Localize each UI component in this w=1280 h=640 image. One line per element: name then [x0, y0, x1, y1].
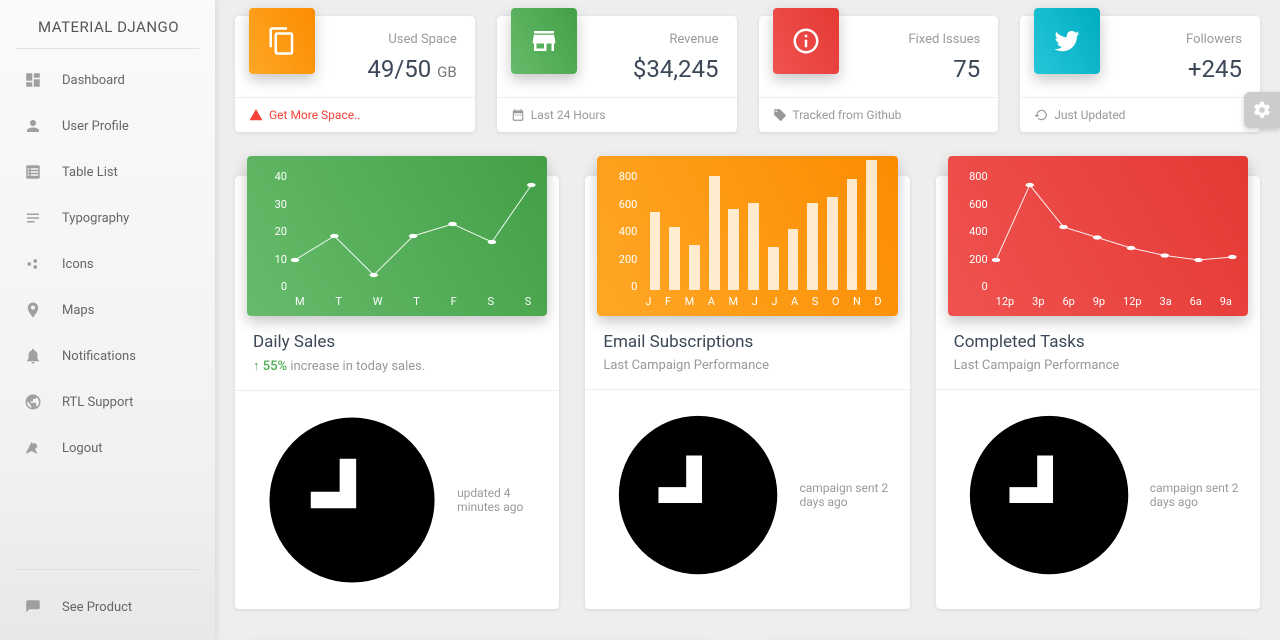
chart-title: Completed Tasks — [954, 332, 1242, 352]
sidebar-item-notifications[interactable]: Notifications — [10, 333, 205, 379]
sidebar-item-rtl-support[interactable]: RTL Support — [10, 379, 205, 425]
stat-card-fixed-issues: Fixed Issues 75 Tracked from Github — [759, 16, 999, 132]
sidebar-item-dashboard[interactable]: Dashboard — [10, 57, 205, 103]
chart-sub: Last Campaign Performance — [954, 358, 1242, 373]
chart-footer: campaign sent 2 days ago — [585, 389, 909, 600]
brand-title: MATERIAL DJANGO — [0, 8, 215, 42]
sidebar-item-typography[interactable]: Typography — [10, 195, 205, 241]
sidebar-item-label: Typography — [62, 211, 129, 226]
chart-plot: 010203040MTWTFSS — [247, 156, 547, 316]
sidebar-item-label: Icons — [62, 257, 94, 272]
sidebar: MATERIAL DJANGO Dashboard User Profile T… — [0, 0, 215, 640]
chart-plot: 020040060080012p3p6p9p12p3a6a9a — [948, 156, 1248, 316]
copy-icon — [249, 8, 315, 74]
sidebar-item-maps[interactable]: Maps — [10, 287, 205, 333]
stat-footer: Last 24 Hours — [497, 97, 737, 132]
sidebar-item-logout[interactable]: Logout — [10, 425, 205, 471]
stat-cards-row: Used Space 49/50 GB Get More Space.. Rev… — [235, 16, 1260, 132]
sidebar-item-label: Logout — [62, 441, 103, 456]
chart-sub: ↑ 55% increase in today sales. — [253, 358, 541, 374]
chart-title: Daily Sales — [253, 332, 541, 352]
sidebar-item-label: RTL Support — [62, 395, 133, 410]
stat-footer: Tracked from Github — [759, 97, 999, 132]
nav: Dashboard User Profile Table List Typogr… — [0, 57, 215, 563]
sidebar-item-see-product[interactable]: See Product — [10, 584, 205, 630]
store-icon — [511, 8, 577, 74]
twitter-icon — [1034, 8, 1100, 74]
chart-card-email-subscriptions: 0200400600800JFMAMJJASOND Email Subscrip… — [585, 176, 909, 609]
sidebar-item-table-list[interactable]: Table List — [10, 149, 205, 195]
sidebar-item-label: Table List — [62, 165, 118, 180]
stat-card-used-space: Used Space 49/50 GB Get More Space.. — [235, 16, 475, 132]
chart-sub: Last Campaign Performance — [603, 358, 891, 373]
chart-title: Email Subscriptions — [603, 332, 891, 352]
sidebar-item-label: Maps — [62, 303, 94, 318]
chart-card-completed-tasks: 020040060080012p3p6p9p12p3a6a9a Complete… — [936, 176, 1260, 609]
chart-plot: 0200400600800JFMAMJJASOND — [597, 156, 897, 316]
main: Used Space 49/50 GB Get More Space.. Rev… — [215, 0, 1280, 640]
sidebar-item-label: See Product — [62, 600, 132, 615]
charts-row: 010203040MTWTFSS Daily Sales↑ 55% increa… — [235, 176, 1260, 609]
chart-footer: campaign sent 2 days ago — [936, 389, 1260, 600]
info-icon — [773, 8, 839, 74]
settings-fab[interactable] — [1244, 92, 1280, 128]
sidebar-item-label: Notifications — [62, 349, 136, 364]
chart-card-daily-sales: 010203040MTWTFSS Daily Sales↑ 55% increa… — [235, 176, 559, 609]
stat-card-followers: Followers +245 Just Updated — [1020, 16, 1260, 132]
chart-footer: updated 4 minutes ago — [235, 390, 559, 609]
sidebar-item-label: Dashboard — [62, 73, 125, 88]
sidebar-item-label: User Profile — [62, 119, 129, 134]
stat-footer: Just Updated — [1020, 97, 1260, 132]
sidebar-item-icons[interactable]: Icons — [10, 241, 205, 287]
stat-footer[interactable]: Get More Space.. — [235, 97, 475, 132]
stat-card-revenue: Revenue $34,245 Last 24 Hours — [497, 16, 737, 132]
sidebar-item-user-profile[interactable]: User Profile — [10, 103, 205, 149]
